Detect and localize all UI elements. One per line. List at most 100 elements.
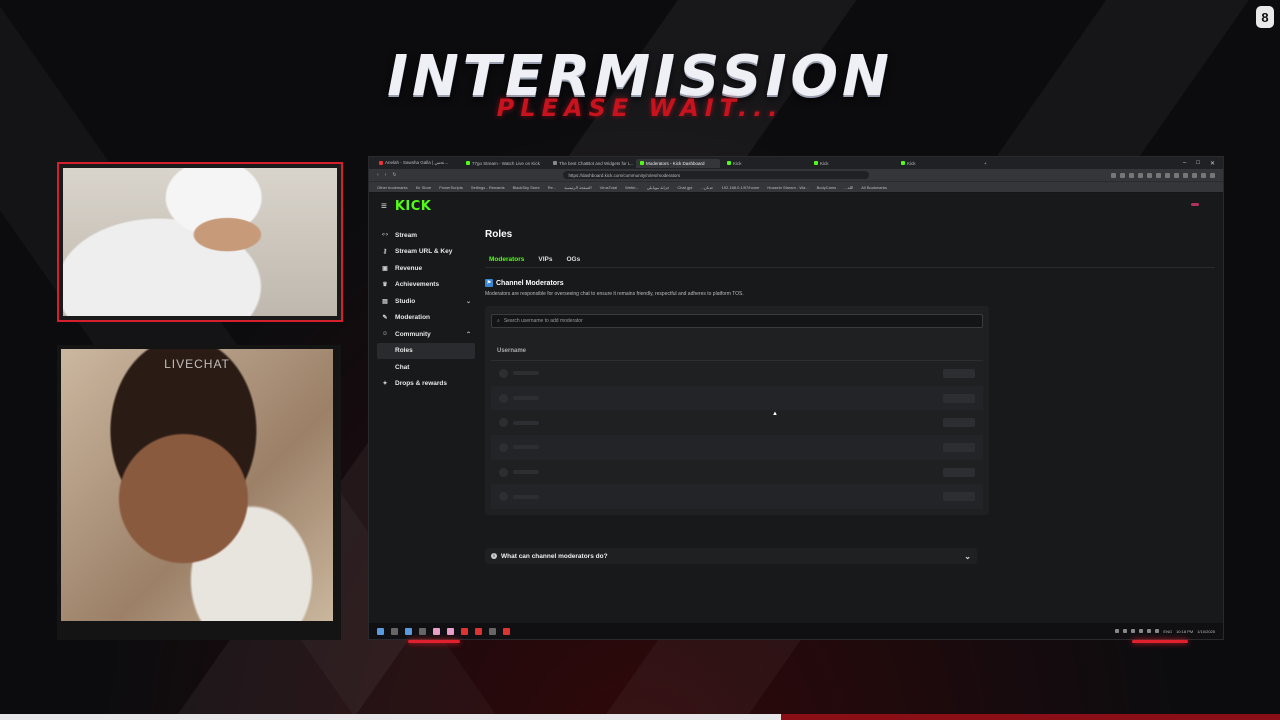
chevron-up-icon[interactable]: ⌃	[466, 331, 471, 338]
browser-tab[interactable]: Kick	[897, 159, 981, 168]
search-taskbar-icon[interactable]	[391, 627, 398, 635]
bookmark-item[interactable]: Re...	[548, 185, 556, 190]
sidebar-item-achievements[interactable]: ♛ Achievements	[377, 277, 475, 294]
extension-icon[interactable]	[1165, 172, 1170, 178]
studio-icon: ▤	[382, 298, 388, 305]
sidebar-item-chat[interactable]: Chat	[377, 359, 475, 376]
sidebar-item-revenue[interactable]: ▣ Revenue	[377, 260, 475, 277]
reload-icon[interactable]: ↻	[392, 172, 396, 178]
bookmark-item[interactable]: Webb...	[625, 185, 639, 190]
extension-icon[interactable]	[1192, 172, 1197, 178]
url-field[interactable]: https://dashboard.kick.com/community/rol…	[562, 171, 869, 179]
tray-icon[interactable]	[1115, 629, 1120, 633]
username-placeholder	[513, 420, 539, 425]
sidebar-item-stream[interactable]: ‹·› Stream	[377, 227, 475, 244]
bookmark-item[interactable]: ...الله	[844, 185, 853, 190]
extension-icon[interactable]	[1129, 172, 1134, 178]
avatar-placeholder	[499, 467, 508, 477]
browser-tab[interactable]: The best ChatBot and Widgets for L...	[549, 159, 633, 168]
extension-icon[interactable]	[1201, 172, 1206, 178]
bookmark-item[interactable]: Settings - Rewards	[471, 185, 505, 190]
taskbar-app-icon[interactable]	[503, 627, 510, 635]
sidebar-item-label: Drops & rewards	[395, 380, 448, 388]
taskbar-app-icon[interactable]	[489, 627, 496, 635]
start-icon[interactable]	[377, 627, 384, 635]
new-tab-icon[interactable]: +	[984, 161, 987, 166]
sidebar-item-stream-url-key[interactable]: ⚷ Stream URL & Key	[377, 244, 475, 261]
browser-tab[interactable]: Anelah - Sawsha Galla | نحس...	[375, 159, 459, 168]
extension-icon[interactable]	[1138, 172, 1143, 178]
kick-dashboard: ≡ KICK ‹·› Stream ⚷ Stream URL & Key ▣ Revenu…	[369, 193, 1223, 623]
action-placeholder	[943, 492, 975, 502]
language-indicator[interactable]: ENG	[1163, 629, 1172, 634]
taskbar-app-icon[interactable]	[433, 627, 440, 635]
search-input[interactable]: ⌕ Search username to add moderator	[491, 314, 983, 328]
clock-time[interactable]: 10:18 PM	[1176, 629, 1193, 634]
sidebar-item-moderation[interactable]: ✎ Moderation	[377, 310, 475, 327]
bookmark-item[interactable]: 192.168.0.1/97/home	[722, 185, 760, 190]
dashboard-sidebar: ‹·› Stream ⚷ Stream URL & Key ▣ Revenue ♛ Achie…	[377, 227, 475, 392]
bookmark-item[interactable]: Other bookmarks	[377, 185, 408, 190]
loading-row	[491, 484, 983, 510]
username-placeholder	[513, 494, 539, 499]
tray-icon[interactable]	[1155, 629, 1160, 633]
extension-icon[interactable]	[1183, 172, 1188, 178]
browser-tab[interactable]: Kick	[810, 159, 894, 168]
bookmark-item[interactable]: BodyCams	[817, 185, 837, 190]
extension-icon[interactable]	[1111, 172, 1116, 178]
bookmark-item[interactable]: الصفحة الرئيسية	[564, 185, 591, 190]
browser-tab[interactable]: 77go Stream - Watch Live on Kick	[462, 159, 546, 168]
extension-icon[interactable]	[1156, 172, 1161, 178]
browser-tab[interactable]: Moderators - Kick Dashboard	[636, 158, 720, 168]
sidebar-item-community[interactable]: ☺ Community ⌃	[377, 326, 475, 343]
sidebar-item-drops-rewards[interactable]: ✦ Drops & rewards	[377, 376, 475, 393]
loading-row	[491, 361, 983, 386]
bookmark-item[interactable]: ...عدنان	[700, 185, 713, 190]
tab-vips[interactable]: VIPs	[534, 254, 556, 267]
kick-logo[interactable]: KICK	[395, 199, 432, 214]
tray-icon[interactable]	[1131, 629, 1136, 633]
sidebar-item-studio[interactable]: ▤ Studio ⌄	[377, 293, 475, 310]
minimize-icon[interactable]: –	[1183, 160, 1186, 167]
bookmark-item[interactable]: All Bookmarks	[861, 185, 887, 190]
tray-icon[interactable]	[1123, 629, 1128, 633]
tab-moderators[interactable]: Moderators	[485, 254, 528, 267]
taskbar-app-icon[interactable]	[461, 627, 468, 635]
extension-icon[interactable]	[1210, 172, 1215, 178]
chevron-down-icon: ⌄	[964, 551, 971, 561]
menu-icon[interactable]: ≡	[381, 201, 387, 212]
hammer-icon: ✎	[382, 315, 388, 322]
extension-icon[interactable]	[1120, 172, 1125, 178]
tab-ogs[interactable]: OGs	[563, 254, 585, 267]
bookmark-item[interactable]: Hussein Stream - Wa...	[767, 185, 808, 190]
extension-icon[interactable]	[1147, 172, 1152, 178]
chevron-down-icon[interactable]: ⌄	[466, 298, 471, 305]
maximize-icon[interactable]: □	[1196, 160, 1200, 167]
forward-icon[interactable]: ›	[385, 172, 387, 178]
tray-icon[interactable]	[1147, 629, 1152, 633]
back-icon[interactable]: ‹	[377, 172, 379, 178]
user-avatar[interactable]	[1191, 203, 1199, 206]
bookmark-item[interactable]: BlackSky Store	[513, 185, 540, 190]
sidebar-item-roles[interactable]: Roles	[377, 342, 475, 359]
taskbar-app-icon[interactable]	[419, 627, 426, 635]
moderator-list	[491, 361, 983, 510]
browser-tab-label: Anelah - Sawsha Galla | نحس...	[385, 160, 449, 165]
extension-icon[interactable]	[1174, 172, 1179, 178]
browser-tab[interactable]: Kick	[723, 159, 807, 168]
close-icon[interactable]: ✕	[1210, 160, 1215, 167]
tray-icon[interactable]	[1139, 629, 1144, 633]
bookmark-item[interactable]: VirusTotal	[600, 185, 618, 190]
taskbar-app-icon[interactable]	[475, 627, 482, 635]
clock-date[interactable]: 1/10/2025	[1197, 629, 1215, 634]
bookmark-item[interactable]: Kir Store	[416, 185, 432, 190]
bookmark-item[interactable]: خزانة موبايلي	[647, 185, 669, 190]
revenue-icon: ▣	[382, 265, 388, 272]
bookmark-item[interactable]: PowerScripts	[439, 185, 463, 190]
taskbar-app-icon[interactable]	[405, 627, 412, 635]
taskbar-app-icon[interactable]	[447, 627, 454, 635]
streamer-logo-icon: 8	[1256, 6, 1274, 28]
faq-accordion[interactable]: i What can channel moderators do? ⌄	[485, 548, 977, 564]
bookmark-item[interactable]: Chat gpt	[677, 185, 692, 190]
tabs-divider	[485, 267, 1215, 268]
